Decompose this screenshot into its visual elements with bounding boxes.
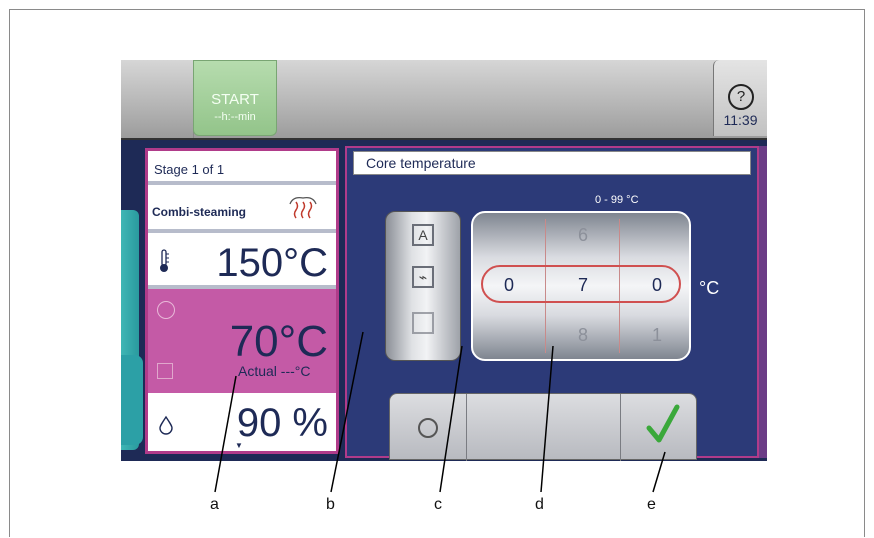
callout-label-d: d (535, 496, 544, 513)
callout-label-c: c (434, 496, 442, 513)
callout-line-d (540, 345, 554, 493)
callout-label-b: b (326, 496, 335, 513)
callout-label-a: a (210, 496, 219, 513)
callout-line-b (330, 331, 364, 493)
callout-line-e (652, 451, 666, 493)
callout-line-a (214, 375, 237, 493)
callout-line-c (439, 345, 463, 493)
callout-lines (214, 331, 666, 493)
callout-label-e: e (647, 496, 656, 513)
